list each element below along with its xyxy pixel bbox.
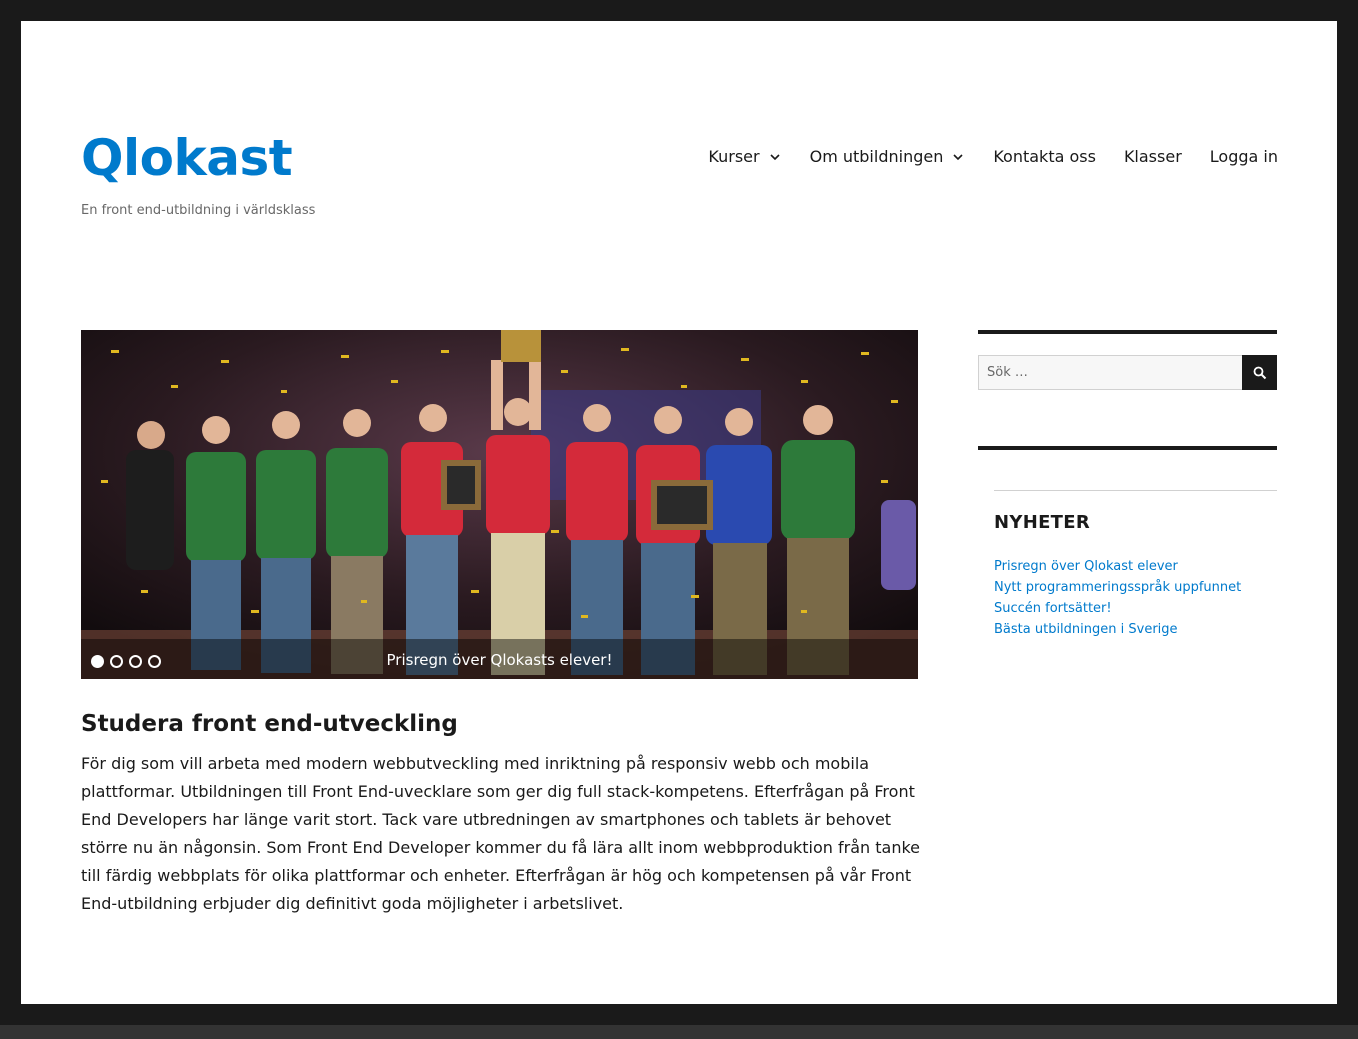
nav-item-om-utbildningen[interactable]: Om utbildningen [796,143,980,170]
chevron-down-icon [770,153,780,160]
slider-pagination [91,655,161,668]
nav-item-label: Kurser [708,147,760,166]
article-title: Studera front end-utveckling [81,711,458,737]
search-form [978,355,1277,390]
search-button[interactable] [1242,355,1277,390]
widget-divider [994,490,1277,491]
list-item: Nytt programmeringsspråk uppfunnet [994,576,1241,597]
nav-item-klasser[interactable]: Klasser [1110,143,1196,170]
site-description: En front end-utbildning i världsklass [81,203,316,218]
nav-item-kurser[interactable]: Kurser [694,143,795,170]
list-item: Succén fortsätter! [994,597,1241,618]
article-body: För dig som vill arbeta med modern webbu… [81,754,921,913]
list-item: Bästa utbildningen i Sverige [994,618,1241,639]
slider-dot-4[interactable] [148,655,161,668]
image-slider[interactable]: Prisregn över Qlokasts elever! [81,330,918,679]
news-list: Prisregn över Qlokast elever Nytt progra… [994,555,1241,639]
news-link[interactable]: Bästa utbildningen i Sverige [994,622,1178,637]
chevron-down-icon [953,153,963,160]
nav-item-logga-in[interactable]: Logga in [1196,143,1278,170]
news-link[interactable]: Prisregn över Qlokast elever [994,559,1178,574]
slider-dot-2[interactable] [110,655,123,668]
news-link[interactable]: Nytt programmeringsspråk uppfunnet [994,580,1241,595]
search-input[interactable] [978,355,1242,390]
nav-item-label: Om utbildningen [809,147,944,166]
slider-dot-3[interactable] [129,655,142,668]
nav-item-label: Klasser [1123,147,1182,166]
main-navigation: Kurser Om utbildningen Kontakta oss Klas… [694,143,1278,170]
sidebar-divider [978,330,1277,334]
search-icon [1253,366,1266,379]
site-title[interactable]: Qlokast [81,133,293,183]
list-item: Prisregn över Qlokast elever [994,555,1241,576]
page: Qlokast En front end-utbildning i världs… [21,21,1337,1004]
bottom-strip [0,1025,1358,1039]
slide-caption: Prisregn över Qlokasts elever! [386,651,613,669]
news-link[interactable]: Succén fortsätter! [994,601,1112,616]
nav-item-kontakta-oss[interactable]: Kontakta oss [979,143,1110,170]
nav-item-label: Kontakta oss [993,147,1096,166]
nav-item-label: Logga in [1209,147,1278,166]
news-widget-title: NYHETER [994,512,1090,533]
slider-dot-1[interactable] [91,655,104,668]
slide-photo [81,330,918,679]
sidebar-divider [978,446,1277,450]
